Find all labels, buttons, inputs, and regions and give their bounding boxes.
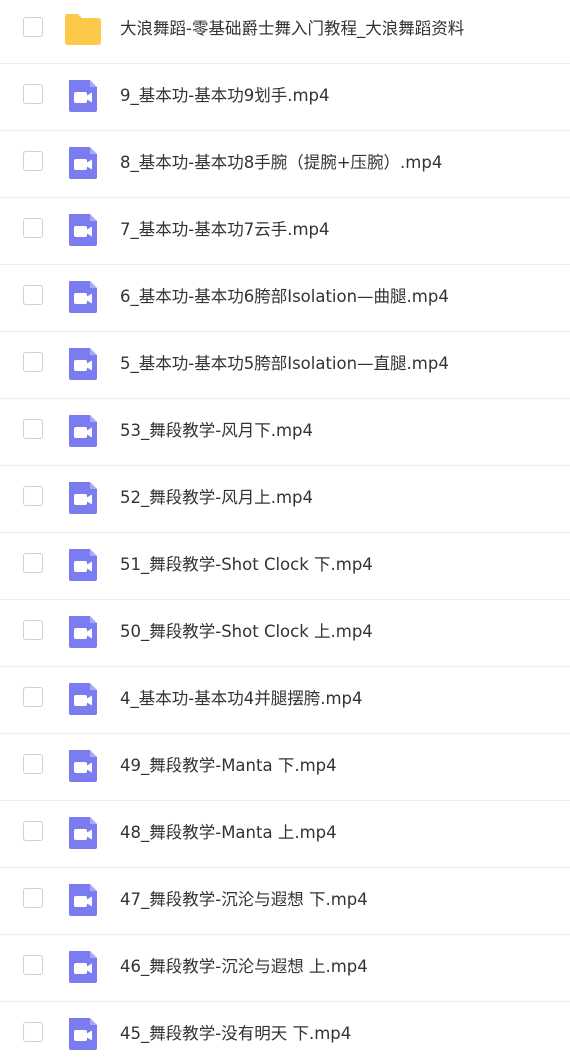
file-name[interactable]: 48_舞段教学-Manta 上.mp4 [120,821,337,845]
select-checkbox[interactable] [23,687,43,707]
file-row[interactable]: 45_舞段教学-没有明天 下.mp4 [0,1002,570,1057]
file-row[interactable]: 9_基本功-基本功9划手.mp4 [0,64,570,131]
file-name[interactable]: 52_舞段教学-风月上.mp4 [120,486,313,510]
file-row[interactable]: 46_舞段教学-沉沦与遐想 上.mp4 [0,935,570,1002]
file-row[interactable]: 48_舞段教学-Manta 上.mp4 [0,801,570,868]
file-name[interactable]: 8_基本功-基本功8手腕（提腕+压腕）.mp4 [120,151,442,175]
video-file-icon [63,746,103,786]
select-checkbox[interactable] [23,821,43,841]
select-checkbox[interactable] [23,955,43,975]
file-row[interactable]: 51_舞段教学-Shot Clock 下.mp4 [0,533,570,600]
video-file-icon [63,880,103,920]
video-file-icon [63,277,103,317]
video-file-icon [63,813,103,853]
file-name[interactable]: 5_基本功-基本功5胯部Isolation—直腿.mp4 [120,352,449,376]
video-file-icon [63,679,103,719]
video-file-icon [63,612,103,652]
video-file-icon [63,344,103,384]
file-name[interactable]: 7_基本功-基本功7云手.mp4 [120,218,330,242]
file-name[interactable]: 9_基本功-基本功9划手.mp4 [120,84,330,108]
video-file-icon [63,411,103,451]
select-checkbox[interactable] [23,84,43,104]
select-checkbox[interactable] [23,285,43,305]
video-file-icon [63,478,103,518]
select-checkbox[interactable] [23,151,43,171]
file-row[interactable]: 52_舞段教学-风月上.mp4 [0,466,570,533]
folder-icon [63,9,103,49]
file-row[interactable]: 50_舞段教学-Shot Clock 上.mp4 [0,600,570,667]
select-checkbox[interactable] [23,1022,43,1042]
file-list: 大浪舞蹈-零基础爵士舞入门教程_大浪舞蹈资料 9_基本功-基本功9划手.mp4 8_… [0,0,570,1057]
file-name[interactable]: 49_舞段教学-Manta 下.mp4 [120,754,337,778]
folder-row[interactable]: 大浪舞蹈-零基础爵士舞入门教程_大浪舞蹈资料 [0,0,570,64]
select-checkbox[interactable] [23,17,43,37]
file-row[interactable]: 5_基本功-基本功5胯部Isolation—直腿.mp4 [0,332,570,399]
file-name[interactable]: 47_舞段教学-沉沦与遐想 下.mp4 [120,888,368,912]
file-name[interactable]: 51_舞段教学-Shot Clock 下.mp4 [120,553,373,577]
file-name[interactable]: 45_舞段教学-没有明天 下.mp4 [120,1022,351,1046]
file-row[interactable]: 7_基本功-基本功7云手.mp4 [0,198,570,265]
select-checkbox[interactable] [23,486,43,506]
file-name[interactable]: 大浪舞蹈-零基础爵士舞入门教程_大浪舞蹈资料 [120,17,464,41]
file-row[interactable]: 8_基本功-基本功8手腕（提腕+压腕）.mp4 [0,131,570,198]
file-name[interactable]: 50_舞段教学-Shot Clock 上.mp4 [120,620,373,644]
select-checkbox[interactable] [23,888,43,908]
select-checkbox[interactable] [23,218,43,238]
video-file-icon [63,1014,103,1054]
select-checkbox[interactable] [23,754,43,774]
file-row[interactable]: 47_舞段教学-沉沦与遐想 下.mp4 [0,868,570,935]
select-checkbox[interactable] [23,620,43,640]
file-name[interactable]: 4_基本功-基本功4并腿摆胯.mp4 [120,687,363,711]
video-file-icon [63,210,103,250]
select-checkbox[interactable] [23,419,43,439]
file-row[interactable]: 53_舞段教学-风月下.mp4 [0,399,570,466]
file-name[interactable]: 6_基本功-基本功6胯部Isolation—曲腿.mp4 [120,285,449,309]
select-checkbox[interactable] [23,553,43,573]
file-name[interactable]: 46_舞段教学-沉沦与遐想 上.mp4 [120,955,368,979]
file-row[interactable]: 49_舞段教学-Manta 下.mp4 [0,734,570,801]
file-name[interactable]: 53_舞段教学-风月下.mp4 [120,419,313,443]
video-file-icon [63,947,103,987]
video-file-icon [63,76,103,116]
file-row[interactable]: 4_基本功-基本功4并腿摆胯.mp4 [0,667,570,734]
file-row[interactable]: 6_基本功-基本功6胯部Isolation—曲腿.mp4 [0,265,570,332]
select-checkbox[interactable] [23,352,43,372]
video-file-icon [63,143,103,183]
video-file-icon [63,545,103,585]
